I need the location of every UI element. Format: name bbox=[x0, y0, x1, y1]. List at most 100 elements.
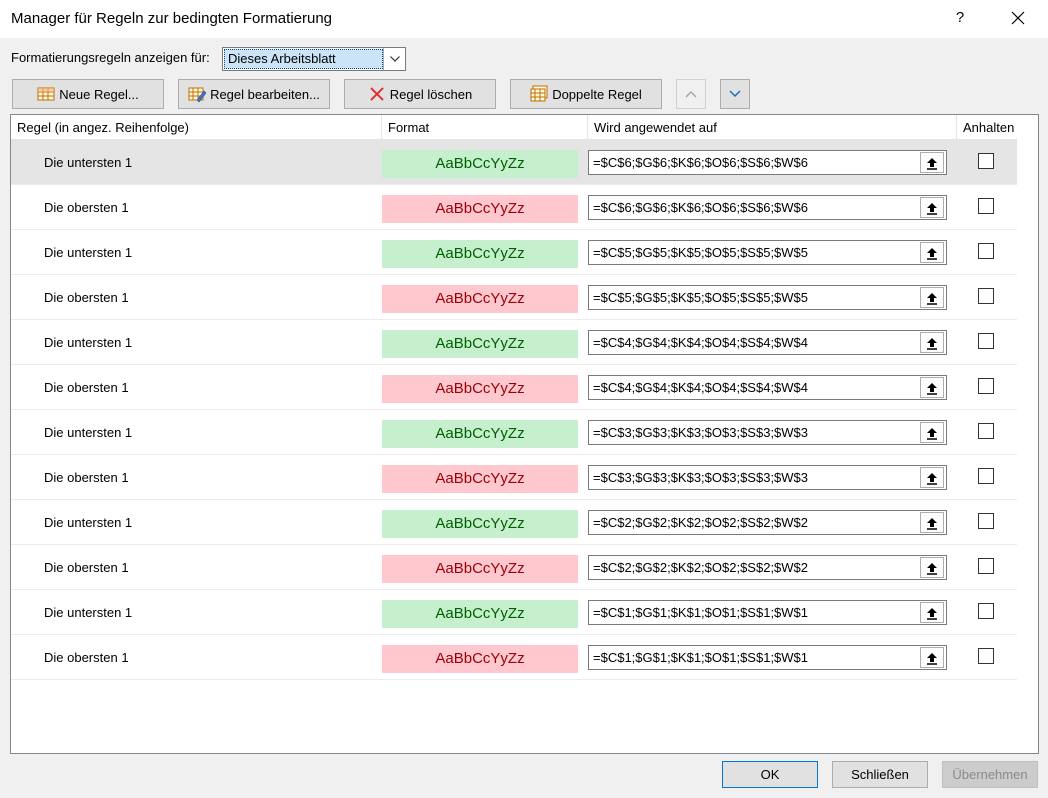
stop-if-true-checkbox[interactable] bbox=[978, 153, 994, 169]
format-preview: AaBbCcYyZz bbox=[382, 555, 578, 583]
collapse-dialog-button[interactable] bbox=[920, 332, 944, 353]
new-rule-button[interactable]: Neue Regel... bbox=[12, 79, 164, 109]
close-button[interactable] bbox=[1003, 4, 1033, 32]
collapse-dialog-button[interactable] bbox=[920, 602, 944, 623]
rule-row[interactable]: Die obersten 1 AaBbCcYyZz =$C$6;$G$6;$K$6;… bbox=[11, 185, 1017, 230]
applies-to-text: =$C$2;$G$2;$K$2;$O$2;$S$2;$W$2 bbox=[593, 515, 809, 530]
rule-name: Die untersten 1 bbox=[44, 515, 133, 530]
column-header-stop[interactable]: Anhalten bbox=[957, 115, 1017, 140]
rule-row[interactable]: Die obersten 1 AaBbCcYyZz =$C$3;$G$3;$K$3;… bbox=[11, 455, 1017, 500]
help-button[interactable]: ? bbox=[946, 4, 974, 32]
format-preview: AaBbCcYyZz bbox=[382, 150, 578, 178]
list-header: Regel (in angez. Reihenfolge) Format Wir… bbox=[11, 115, 1017, 140]
applies-to-text: =$C$5;$G$5;$K$5;$O$5;$S$5;$W$5 bbox=[593, 245, 809, 260]
rule-row[interactable]: Die untersten 1 AaBbCcYyZz =$C$5;$G$5;$K$5… bbox=[11, 230, 1017, 275]
applies-to-text: =$C$3;$G$3;$K$3;$O$3;$S$3;$W$3 bbox=[593, 470, 809, 485]
collapse-dialog-button[interactable] bbox=[920, 197, 944, 218]
table-edit-icon bbox=[188, 85, 207, 103]
stop-if-true-checkbox[interactable] bbox=[978, 603, 994, 619]
collapse-dialog-button[interactable] bbox=[920, 152, 944, 173]
collapse-dialog-button[interactable] bbox=[920, 512, 944, 533]
table-duplicate-icon bbox=[530, 85, 548, 103]
format-preview: AaBbCcYyZz bbox=[382, 195, 578, 223]
edit-rule-button[interactable]: Regel bearbeiten... bbox=[178, 79, 330, 109]
stop-if-true-checkbox[interactable] bbox=[978, 423, 994, 439]
stop-if-true-checkbox[interactable] bbox=[978, 513, 994, 529]
collapse-arrow-icon bbox=[927, 563, 937, 575]
column-header-applies-to[interactable]: Wird angewendet auf bbox=[588, 115, 957, 140]
collapse-arrow-icon bbox=[927, 428, 937, 440]
rules-list[interactable]: Regel (in angez. Reihenfolge) Format Wir… bbox=[10, 114, 1039, 754]
applies-to-text: =$C$5;$G$5;$K$5;$O$5;$S$5;$W$5 bbox=[593, 290, 809, 305]
rule-row[interactable]: Die untersten 1 AaBbCcYyZz =$C$6;$G$6;$K$6… bbox=[11, 140, 1017, 185]
stop-if-true-checkbox[interactable] bbox=[978, 648, 994, 664]
collapse-dialog-button[interactable] bbox=[920, 647, 944, 668]
rule-row[interactable]: Die obersten 1 AaBbCcYyZz =$C$2;$G$2;$K$2;… bbox=[11, 545, 1017, 590]
close-dialog-button[interactable]: Schließen bbox=[832, 761, 928, 788]
stop-if-true-checkbox[interactable] bbox=[978, 288, 994, 304]
format-preview: AaBbCcYyZz bbox=[382, 375, 578, 403]
delete-rule-label: Regel löschen bbox=[389, 86, 473, 102]
collapse-dialog-button[interactable] bbox=[920, 467, 944, 488]
rule-name: Die untersten 1 bbox=[44, 245, 133, 260]
new-rule-label: Neue Regel... bbox=[59, 86, 139, 102]
stop-if-true-checkbox[interactable] bbox=[978, 243, 994, 259]
rule-row[interactable]: Die untersten 1 AaBbCcYyZz =$C$4;$G$4;$K$4… bbox=[11, 320, 1017, 365]
applies-to-field[interactable]: =$C$3;$G$3;$K$3;$O$3;$S$3;$W$3 bbox=[588, 420, 947, 445]
move-down-button[interactable] bbox=[720, 79, 750, 109]
collapse-dialog-button[interactable] bbox=[920, 557, 944, 578]
edit-rule-label: Regel bearbeiten... bbox=[210, 86, 320, 102]
rule-name: Die untersten 1 bbox=[44, 425, 133, 440]
applies-to-field[interactable]: =$C$1;$G$1;$K$1;$O$1;$S$1;$W$1 bbox=[588, 645, 947, 670]
applies-to-field[interactable]: =$C$6;$G$6;$K$6;$O$6;$S$6;$W$6 bbox=[588, 150, 947, 175]
format-preview: AaBbCcYyZz bbox=[382, 285, 578, 313]
collapse-arrow-icon bbox=[927, 518, 937, 530]
rule-row[interactable]: Die obersten 1 AaBbCcYyZz =$C$4;$G$4;$K$4;… bbox=[11, 365, 1017, 410]
applies-to-field[interactable]: =$C$5;$G$5;$K$5;$O$5;$S$5;$W$5 bbox=[588, 240, 947, 265]
rule-name: Die obersten 1 bbox=[44, 200, 129, 215]
rule-row[interactable]: Die obersten 1 AaBbCcYyZz =$C$5;$G$5;$K$5;… bbox=[11, 275, 1017, 320]
delete-rule-button[interactable]: Regel löschen bbox=[344, 79, 496, 109]
applies-to-text: =$C$6;$G$6;$K$6;$O$6;$S$6;$W$6 bbox=[593, 200, 809, 215]
collapse-dialog-button[interactable] bbox=[920, 377, 944, 398]
applies-to-field[interactable]: =$C$2;$G$2;$K$2;$O$2;$S$2;$W$2 bbox=[588, 555, 947, 580]
rule-name: Die untersten 1 bbox=[44, 605, 133, 620]
rule-name: Die obersten 1 bbox=[44, 290, 129, 305]
rule-row[interactable]: Die untersten 1 AaBbCcYyZz =$C$1;$G$1;$K$1… bbox=[11, 590, 1017, 635]
stop-if-true-checkbox[interactable] bbox=[978, 333, 994, 349]
apply-button[interactable]: Übernehmen bbox=[942, 761, 1038, 788]
applies-to-field[interactable]: =$C$5;$G$5;$K$5;$O$5;$S$5;$W$5 bbox=[588, 285, 947, 310]
rule-row[interactable]: Die untersten 1 AaBbCcYyZz =$C$2;$G$2;$K$2… bbox=[11, 500, 1017, 545]
applies-to-text: =$C$4;$G$4;$K$4;$O$4;$S$4;$W$4 bbox=[593, 380, 809, 395]
stop-if-true-checkbox[interactable] bbox=[978, 468, 994, 484]
table-new-icon bbox=[37, 85, 55, 103]
applies-to-field[interactable]: =$C$3;$G$3;$K$3;$O$3;$S$3;$W$3 bbox=[588, 465, 947, 490]
format-preview: AaBbCcYyZz bbox=[382, 645, 578, 673]
stop-if-true-checkbox[interactable] bbox=[978, 198, 994, 214]
column-header-format[interactable]: Format bbox=[382, 115, 588, 140]
collapse-arrow-icon bbox=[927, 248, 937, 260]
collapse-dialog-button[interactable] bbox=[920, 287, 944, 308]
applies-to-field[interactable]: =$C$1;$G$1;$K$1;$O$1;$S$1;$W$1 bbox=[588, 600, 947, 625]
format-preview: AaBbCcYyZz bbox=[382, 330, 578, 358]
ok-button[interactable]: OK bbox=[722, 761, 818, 788]
collapse-dialog-button[interactable] bbox=[920, 242, 944, 263]
column-header-rule[interactable]: Regel (in angez. Reihenfolge) bbox=[11, 115, 382, 140]
move-up-button[interactable] bbox=[676, 79, 706, 109]
applies-to-field[interactable]: =$C$2;$G$2;$K$2;$O$2;$S$2;$W$2 bbox=[588, 510, 947, 535]
applies-to-field[interactable]: =$C$4;$G$4;$K$4;$O$4;$S$4;$W$4 bbox=[588, 330, 947, 355]
duplicate-rule-label: Doppelte Regel bbox=[552, 86, 642, 102]
rule-row[interactable]: Die obersten 1 AaBbCcYyZz =$C$1;$G$1;$K$1;… bbox=[11, 635, 1017, 680]
dropdown-arrow-button[interactable] bbox=[383, 48, 405, 70]
show-rules-dropdown[interactable]: Dieses Arbeitsblatt bbox=[222, 47, 406, 71]
stop-if-true-checkbox[interactable] bbox=[978, 558, 994, 574]
stop-if-true-checkbox[interactable] bbox=[978, 378, 994, 394]
applies-to-text: =$C$4;$G$4;$K$4;$O$4;$S$4;$W$4 bbox=[593, 335, 809, 350]
applies-to-field[interactable]: =$C$4;$G$4;$K$4;$O$4;$S$4;$W$4 bbox=[588, 375, 947, 400]
show-rules-label: Formatierungsregeln anzeigen für: bbox=[11, 50, 210, 65]
duplicate-rule-button[interactable]: Doppelte Regel bbox=[510, 79, 662, 109]
rule-row[interactable]: Die untersten 1 AaBbCcYyZz =$C$3;$G$3;$K$3… bbox=[11, 410, 1017, 455]
applies-to-field[interactable]: =$C$6;$G$6;$K$6;$O$6;$S$6;$W$6 bbox=[588, 195, 947, 220]
collapse-dialog-button[interactable] bbox=[920, 422, 944, 443]
rule-name: Die untersten 1 bbox=[44, 335, 133, 350]
